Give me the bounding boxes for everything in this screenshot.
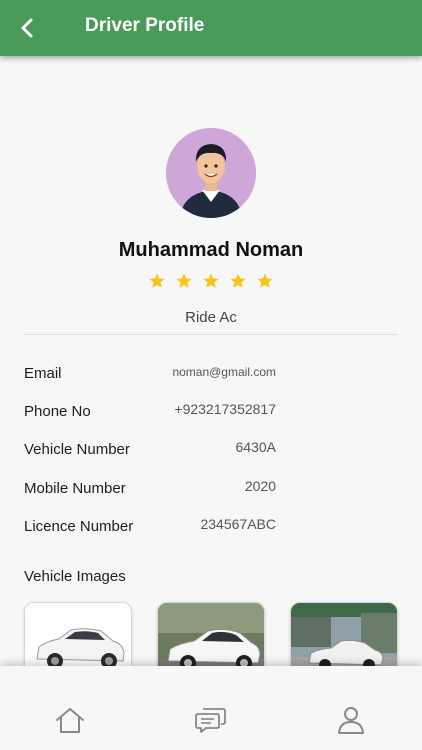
detail-label: Email — [24, 365, 62, 382]
detail-label: Mobile Number — [24, 480, 126, 497]
detail-value: +923217352817 — [174, 401, 276, 417]
detail-row-phone: Phone No +923217352817 — [24, 401, 276, 427]
ride-type: Ride Ac — [185, 309, 237, 326]
star-icon — [203, 273, 219, 288]
detail-label: Phone No — [24, 403, 91, 420]
chat-icon — [195, 708, 226, 733]
star-icon — [176, 273, 192, 288]
detail-row-email: Email noman@gmail.com — [24, 365, 276, 389]
page-title: Driver Profile — [85, 15, 205, 36]
detail-value: noman@gmail.com — [172, 365, 276, 379]
profile-icon — [338, 707, 364, 734]
star-icon — [230, 273, 246, 288]
nav-home[interactable] — [53, 704, 87, 736]
avatar — [166, 128, 256, 218]
driver-name: Muhammad Noman — [118, 239, 304, 261]
detail-value: 234567ABC — [200, 516, 276, 532]
star-icon — [149, 273, 165, 288]
detail-label: Vehicle Number — [24, 441, 130, 458]
star-icon — [257, 273, 273, 288]
nav-chat[interactable] — [194, 704, 228, 736]
back-button[interactable] — [12, 12, 44, 44]
divider — [24, 334, 398, 335]
app-bar: Driver Profile — [0, 0, 422, 56]
detail-value: 6430A — [235, 439, 276, 455]
detail-label: Licence Number — [24, 518, 134, 535]
back-arrow-icon — [21, 18, 33, 38]
detail-value: 2020 — [244, 478, 276, 494]
detail-row-mobile-number: Mobile Number 2020 — [24, 478, 276, 504]
detail-row-vehicle-number: Vehicle Number 6430A — [24, 439, 276, 465]
detail-row-licence-number: Licence Number 234567ABC — [24, 516, 276, 542]
vehicle-images-title: Vehicle Images — [24, 568, 126, 585]
bottom-navigation — [0, 666, 422, 750]
nav-profile[interactable] — [334, 704, 368, 736]
home-icon — [56, 708, 84, 733]
rating-stars — [0, 272, 422, 290]
